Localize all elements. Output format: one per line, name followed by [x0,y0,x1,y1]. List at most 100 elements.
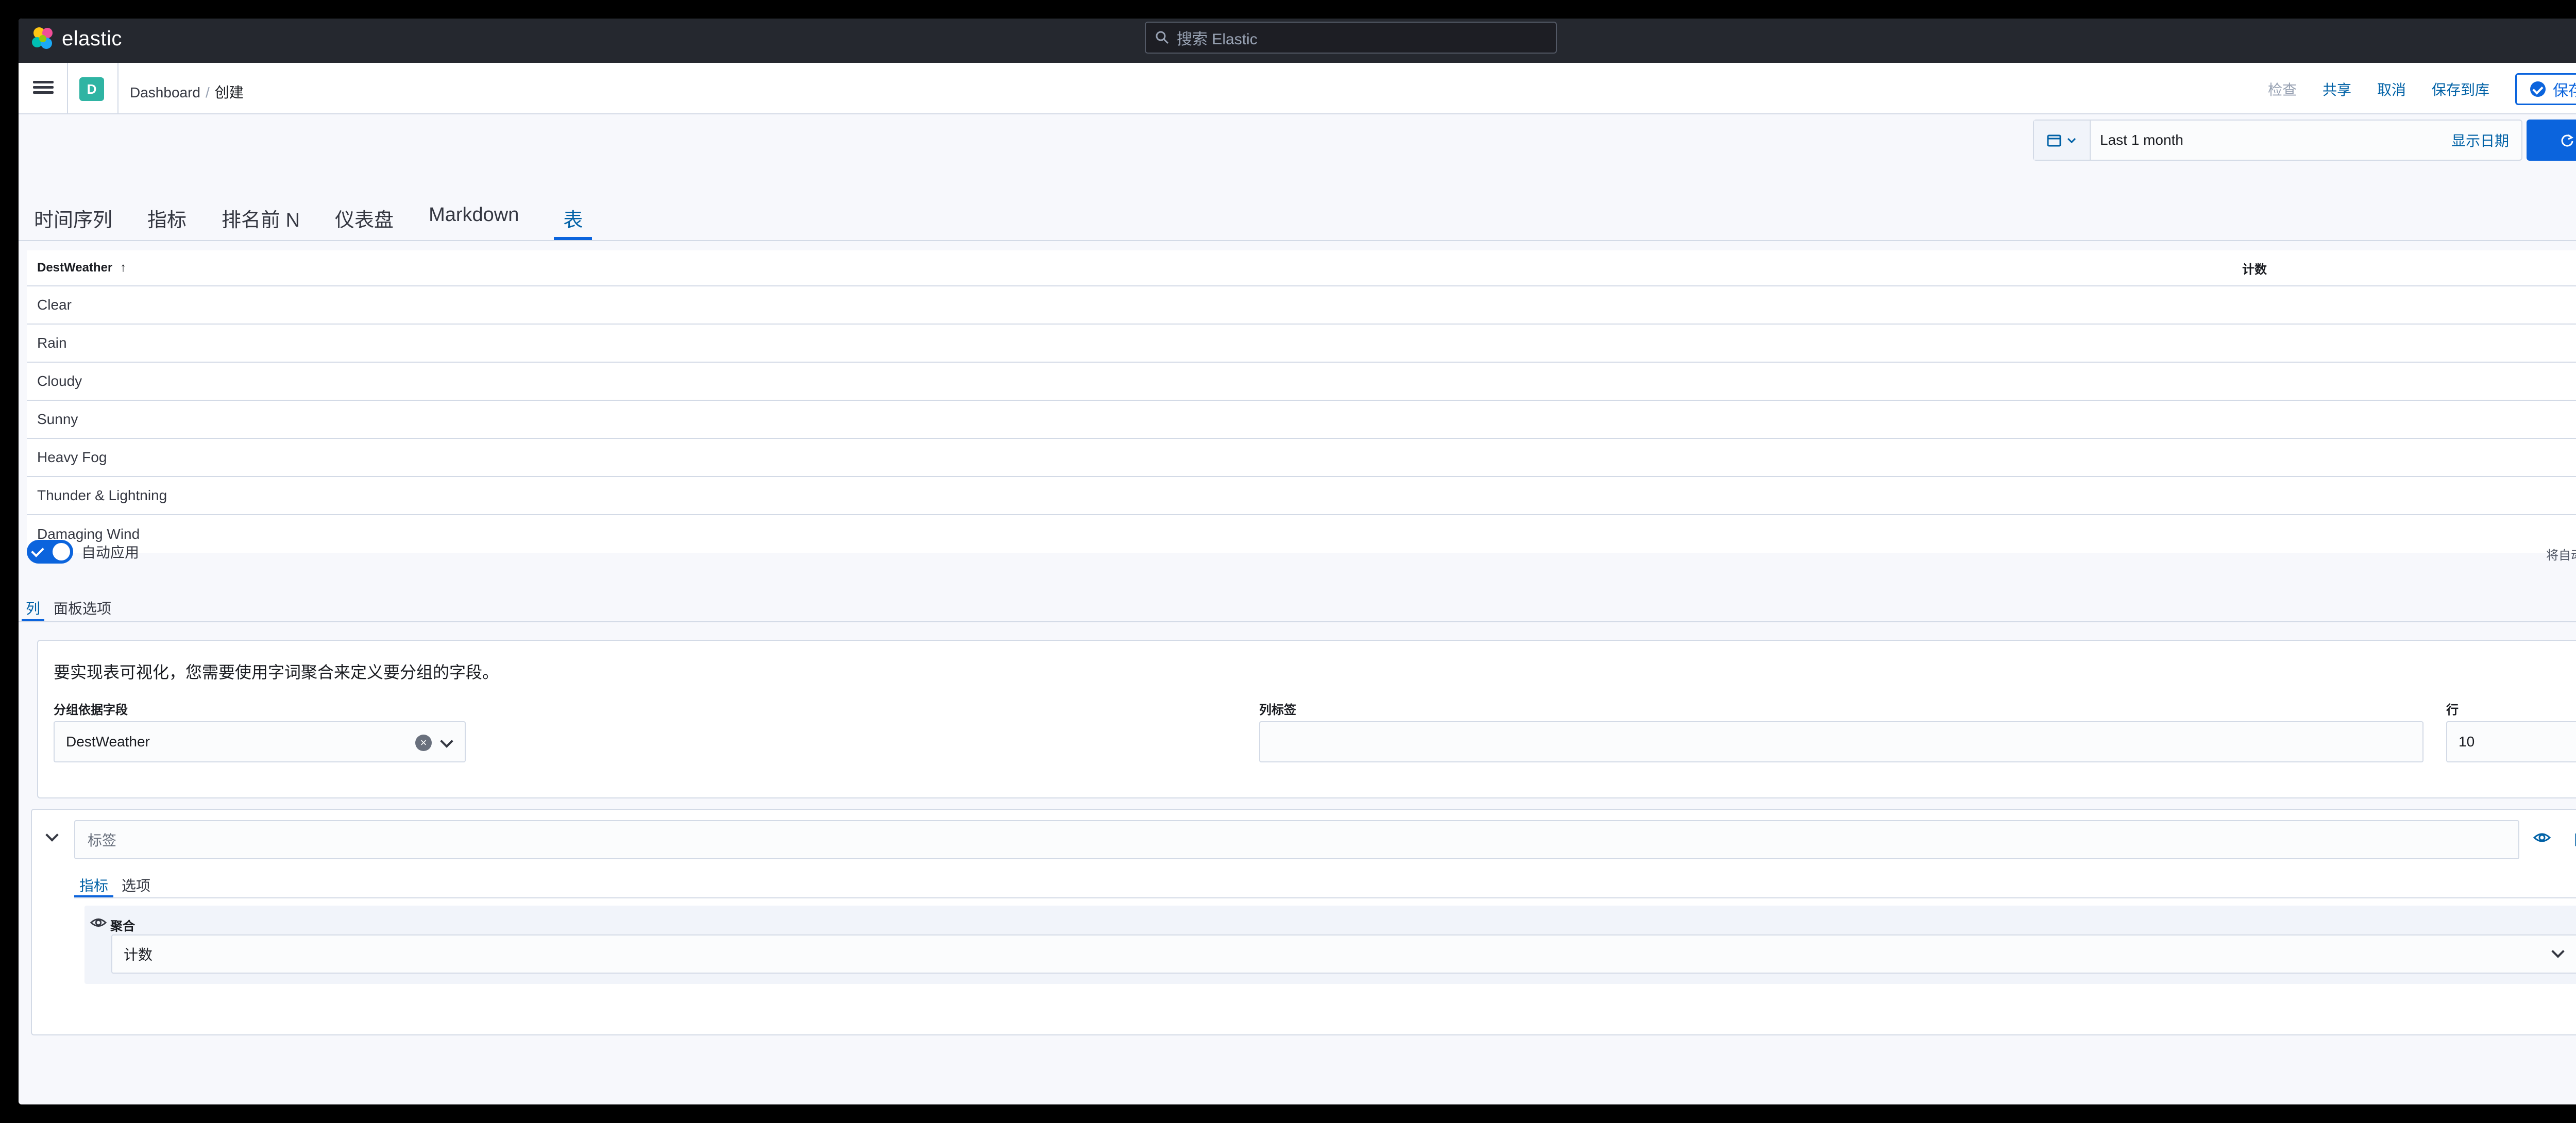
share-button[interactable]: 共享 [2323,79,2351,99]
save-and-return-button[interactable]: 保存并返回 [2515,73,2576,105]
app-window: elastic 搜索 Elastic D Dashboard / 创建 检查 共… [19,19,2576,1104]
cell-weather: Sunny [37,411,78,427]
app-header: D Dashboard /创建 检查 共享 取消 保存到库 保存并返回 [19,63,2576,114]
column-label-label: 列标签 [1259,703,1296,717]
space-avatar[interactable]: D [79,77,104,101]
menu-toggle-button[interactable] [33,78,54,99]
table-row: Heavy Fog 258 [27,439,2576,477]
aggregation-panel: 聚合 计数 [84,906,2576,984]
refresh-button[interactable]: 刷新 [2527,120,2576,161]
divider [67,63,68,114]
column-label-input[interactable] [1259,721,2424,762]
copy-icon[interactable] [2573,828,2576,847]
tab-metrics[interactable]: 指标 [74,867,114,897]
cell-count: 241 [2481,487,2576,504]
cell-weather: Thunder & Lightning [37,487,167,503]
tab-metric[interactable]: 指标 [147,189,187,240]
table-row: Cloudy 586 [27,363,2576,401]
auto-apply-control: 自动应用 [27,540,139,564]
tab-options[interactable]: 选项 [116,867,156,897]
rows-label: 行 [2446,703,2459,717]
table-row: Clear 631 [27,286,2576,325]
group-by-message: 要实现表可视化，您需要使用字词聚合来定义要分组的字段。 [54,663,499,682]
cell-count: 629 [2481,335,2576,351]
cell-count: 631 [2481,297,2576,313]
table-row: Rain 629 [27,325,2576,363]
aggregation-value: 计数 [124,947,153,963]
check-circle-icon [2530,81,2546,97]
chevron-down-icon [2551,945,2565,958]
aggregation-select[interactable]: 计数 [111,934,2576,974]
cell-weather: Cloudy [37,373,82,389]
divider [117,63,118,114]
menu-icon [33,81,54,83]
elastic-logo[interactable]: elastic [30,26,122,52]
auto-apply-label: 自动应用 [81,545,140,560]
auto-apply-toggle[interactable] [27,540,73,564]
table-row: Sunny 582 [27,401,2576,439]
global-search-input[interactable]: 搜索 Elastic [1145,22,1557,54]
menu-icon-line [33,91,54,94]
config-tabs: 列 面板选项 [22,590,121,621]
calendar-icon [2047,134,2061,147]
cell-weather: Clear [37,297,72,313]
cell-count: 235 [2481,526,2576,542]
tab-time-series[interactable]: 时间序列 [34,189,112,240]
search-placeholder: 搜索 Elastic [1177,31,1258,48]
breadcrumb-separator: / [205,84,210,100]
chevron-down-icon [2067,138,2076,144]
query-bar: Last 1 month 显示日期 刷新 [19,120,2576,161]
app-name: elastic [62,27,122,50]
tab-markdown[interactable]: Markdown [429,189,519,240]
tab-columns[interactable]: 列 [22,590,45,621]
table-row: Damaging Wind 235 [27,515,2576,553]
rows-input[interactable]: 10 [2446,721,2576,762]
clear-icon[interactable]: × [415,735,432,751]
sort-ascending-icon: ↑ [120,261,126,275]
refresh-icon [2561,134,2574,147]
series-panel: 标签 指标 选项 聚合 计数 [31,809,2576,1035]
eye-icon[interactable] [90,914,107,934]
tab-gauge[interactable]: 仪表盘 [335,189,394,240]
show-dates-button[interactable]: 显示日期 [2451,130,2521,150]
tab-panel-options[interactable]: 面板选项 [49,590,115,621]
header-actions: 检查 共享 取消 保存到库 保存并返回 [2268,73,2576,105]
visualization-type-tabs: 时间序列 指标 排名前 N 仪表盘 Markdown 表 [34,189,627,240]
time-range-value[interactable]: Last 1 month [2091,132,2451,148]
group-by-field-value: DestWeather [66,734,150,750]
cell-weather: Rain [37,335,67,351]
group-by-panel: 要实现表可视化，您需要使用字词聚合来定义要分组的字段。 分组依据字段 DestW… [37,640,2576,798]
auto-apply-note: 将自动应用更改。 [2546,549,2576,563]
cell-count: 258 [2481,449,2576,466]
tab-top-n[interactable]: 排名前 N [222,189,300,240]
eye-icon[interactable] [2533,828,2551,847]
cell-count: 582 [2481,411,2576,428]
elastic-logo-icon [32,27,53,49]
group-by-field-label: 分组依据字段 [54,703,128,717]
aggregation-label: 聚合 [110,920,135,933]
inspect-button[interactable]: 检查 [2268,79,2297,99]
table-header: DestWeather ↑ 计数 [27,250,2576,286]
divider [19,240,2576,241]
breadcrumb-create: 创建 [214,84,244,100]
column-header-count[interactable]: 计数 [2242,259,2576,277]
cell-weather: Damaging Wind [37,526,140,542]
series-tabs: 指标 选项 [74,867,159,897]
series-label-input[interactable]: 标签 [74,820,2519,859]
cancel-button[interactable]: 取消 [2377,79,2406,99]
quick-menu-button[interactable] [2034,121,2091,160]
breadcrumb-dashboard[interactable]: Dashboard [130,84,200,100]
cell-weather: Heavy Fog [37,449,107,465]
tab-table[interactable]: 表 [554,189,592,240]
save-to-library-button[interactable]: 保存到库 [2432,79,2489,99]
group-by-field-select[interactable]: DestWeather × [54,721,466,762]
chevron-down-icon [440,735,453,748]
column-header-destweather[interactable]: DestWeather ↑ [27,261,2242,275]
search-icon [1156,31,1169,44]
series-actions [2533,828,2576,847]
collapse-chevron-icon[interactable] [45,828,59,842]
breadcrumb: Dashboard / 创建 [130,81,244,102]
divider [74,897,2576,898]
table-row: Thunder & Lightning 241 [27,477,2576,515]
save-and-return-label: 保存并返回 [2553,82,2576,99]
